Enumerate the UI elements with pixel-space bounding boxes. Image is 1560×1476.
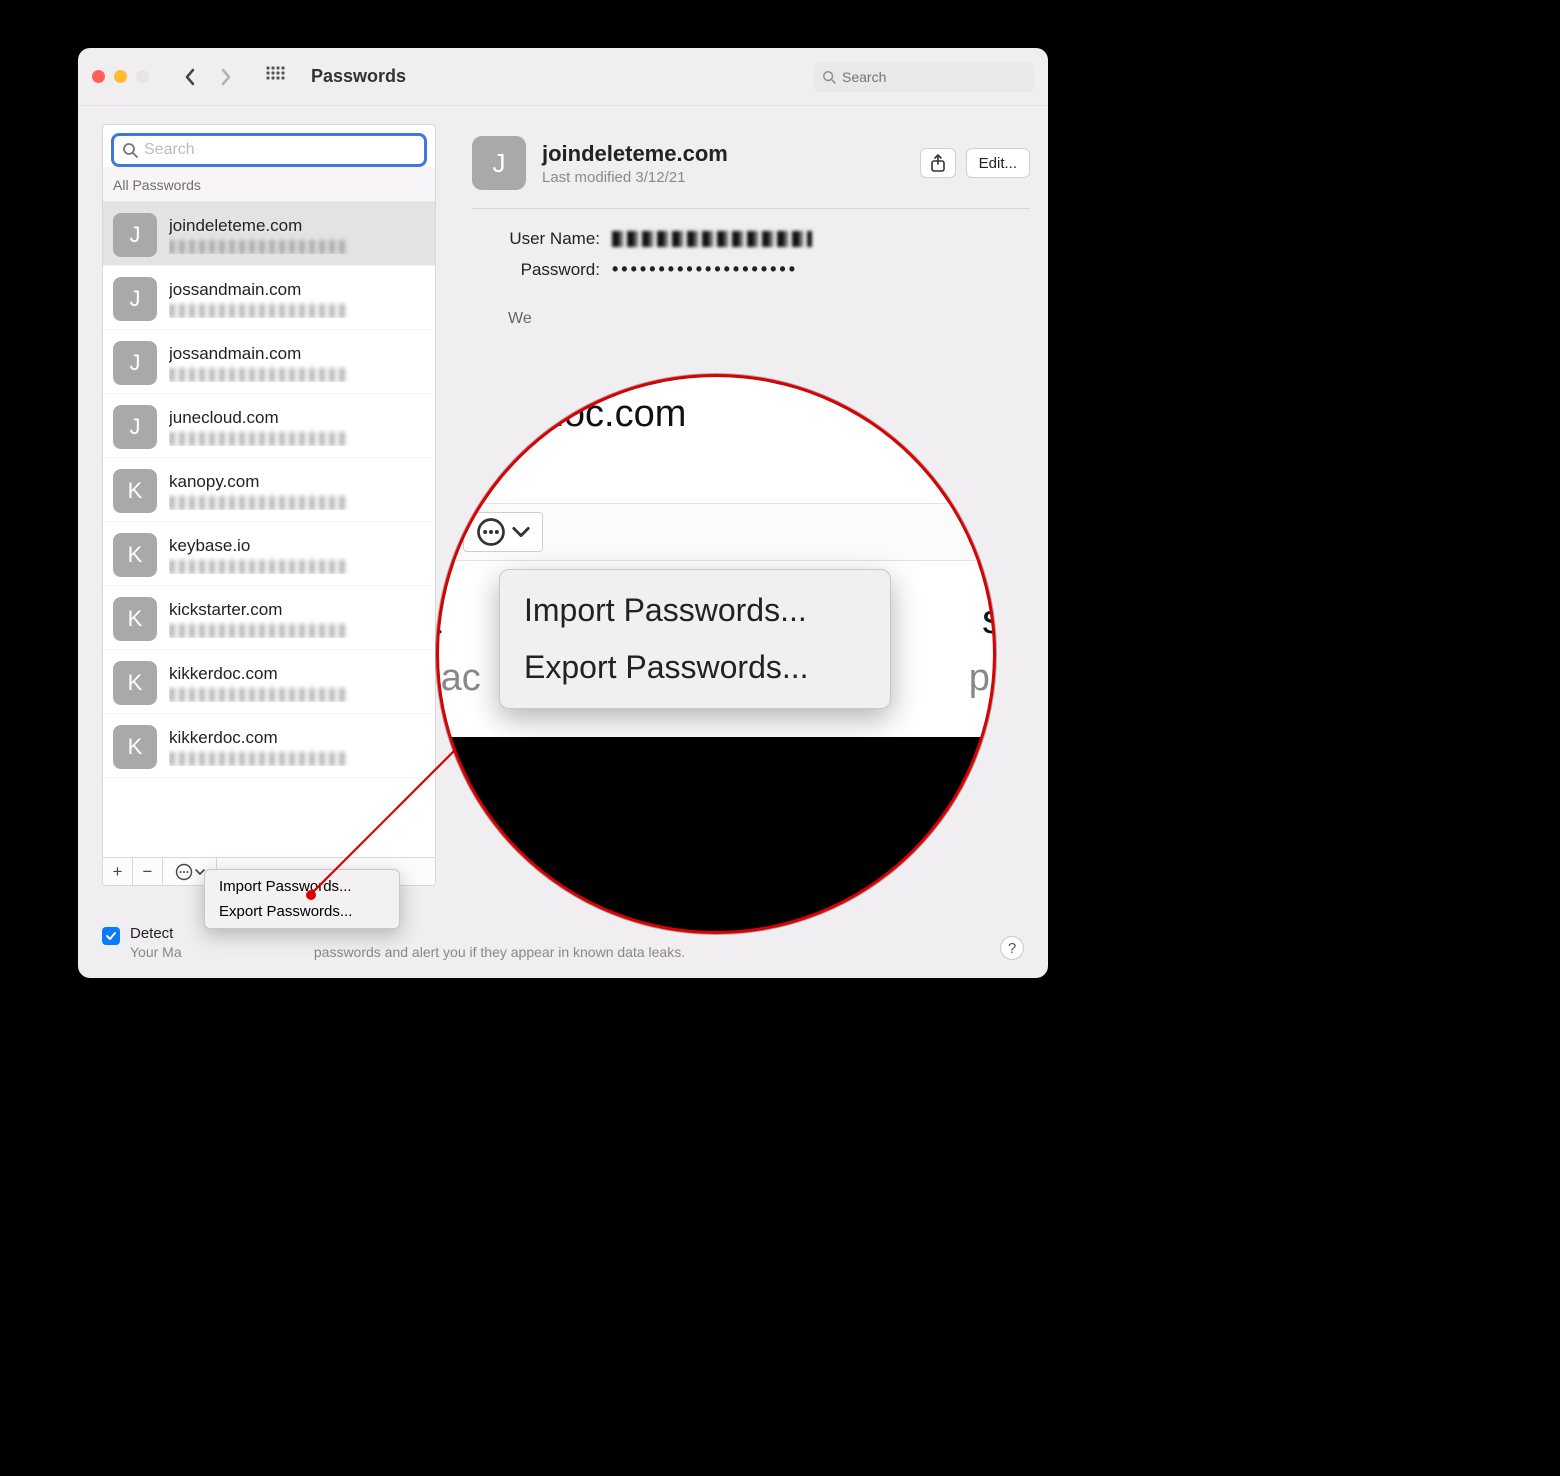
avatar: J [113,405,157,449]
share-icon [930,154,946,172]
list-item[interactable]: J jossandmain.com [103,266,435,330]
footer-subtext: passwords and alert you if they appear i… [314,944,685,960]
list-item[interactable]: J jossandmain.com [103,330,435,394]
list-item[interactable]: J joindeleteme.com [103,202,435,266]
detect-leaks-label: Detect [130,925,173,942]
detail-avatar: J [472,136,526,190]
list-item-title: junecloud.com [169,408,425,428]
list-item-subtitle [169,688,348,702]
detail-header: J joindeleteme.com Last modified 3/12/21… [472,136,1030,209]
passwords-sidebar: All Passwords J joindeleteme.com J jossa… [102,124,436,886]
list-item[interactable]: K kanopy.com [103,458,435,522]
add-button[interactable]: + [103,858,133,885]
list-item-title: keybase.io [169,536,425,556]
close-window-button[interactable] [92,70,105,83]
list-item-title: kickstarter.com [169,600,425,620]
category-header: All Passwords [103,167,435,202]
detail-subtitle: Last modified 3/12/21 [542,169,904,186]
footer-subtext-prefix: Your Ma [130,944,182,960]
list-item-subtitle [169,752,348,766]
detail-actions: Edit... [920,148,1030,178]
ellipsis-icon [175,863,193,881]
page-title: Passwords [311,66,406,87]
footer: Detect Your Ma passwords and alert you i… [102,925,1024,960]
callout-dot [306,890,316,900]
forward-button[interactable] [217,68,235,86]
avatar: K [113,661,157,705]
list-item-title: jossandmain.com [169,344,425,364]
avatar: K [113,725,157,769]
username-label: User Name: [490,229,600,249]
list-item-subtitle [169,304,348,318]
list-item[interactable]: K kikkerdoc.com [103,650,435,714]
list-item[interactable]: J junecloud.com [103,394,435,458]
window-controls [92,70,149,83]
nav-arrows [181,68,235,86]
avatar: J [113,213,157,257]
avatar: K [113,597,157,641]
back-button[interactable] [181,68,199,86]
more-menu-popup: Import Passwords... Export Passwords... [204,869,400,929]
password-label: Password: [490,260,600,280]
list-item-subtitle [169,560,348,574]
share-button[interactable] [920,148,956,178]
toolbar-search-input[interactable] [842,69,1026,85]
content-area: All Passwords J joindeleteme.com J jossa… [78,106,1048,896]
list-item-subtitle [169,432,348,446]
list-item-subtitle [169,496,348,510]
titlebar: Passwords [78,48,1048,106]
avatar: J [113,341,157,385]
sidebar-search[interactable] [111,133,427,167]
import-passwords-menuitem[interactable]: Import Passwords... [205,874,399,899]
website-label: We [472,310,1030,328]
list-item-title: joindeleteme.com [169,216,425,236]
zoom-window-button[interactable] [136,70,149,83]
avatar: K [113,469,157,513]
minimize-window-button[interactable] [114,70,127,83]
search-icon [122,142,138,158]
list-item[interactable]: K keybase.io [103,522,435,586]
edit-button[interactable]: Edit... [966,148,1030,178]
passwords-list: J joindeleteme.com J jossandmain.com J j… [103,202,435,857]
detect-leaks-checkbox[interactable] [102,927,120,945]
avatar: J [113,277,157,321]
detail-title: joindeleteme.com [542,141,904,167]
list-item-subtitle [169,240,348,254]
preferences-window: Passwords All Passwords J joindeleteme.c… [78,48,1048,978]
search-icon [822,70,836,84]
list-item-title: jossandmain.com [169,280,425,300]
sidebar-search-input[interactable] [144,141,416,159]
show-all-icon[interactable] [265,65,285,88]
export-passwords-menuitem[interactable]: Export Passwords... [205,899,399,924]
list-item-title: kikkerdoc.com [169,664,425,684]
footer-text: Detect Your Ma passwords and alert you i… [130,925,685,960]
avatar: K [113,533,157,577]
toolbar-search[interactable] [814,62,1034,92]
list-item-subtitle [169,368,348,382]
detail-panel: J joindeleteme.com Last modified 3/12/21… [454,124,1038,886]
list-item[interactable]: K kikkerdoc.com [103,714,435,778]
credentials-block: User Name: Password: •••••••••••••••••••… [472,229,1030,290]
password-value[interactable]: •••••••••••••••••••• [612,259,1030,280]
help-button[interactable]: ? [1000,936,1024,960]
list-item[interactable]: K kickstarter.com [103,586,435,650]
list-item-title: kanopy.com [169,472,425,492]
list-item-title: kikkerdoc.com [169,728,425,748]
chevron-down-icon [195,867,205,877]
remove-button[interactable]: − [133,858,163,885]
list-item-subtitle [169,624,348,638]
username-value[interactable] [612,231,812,247]
